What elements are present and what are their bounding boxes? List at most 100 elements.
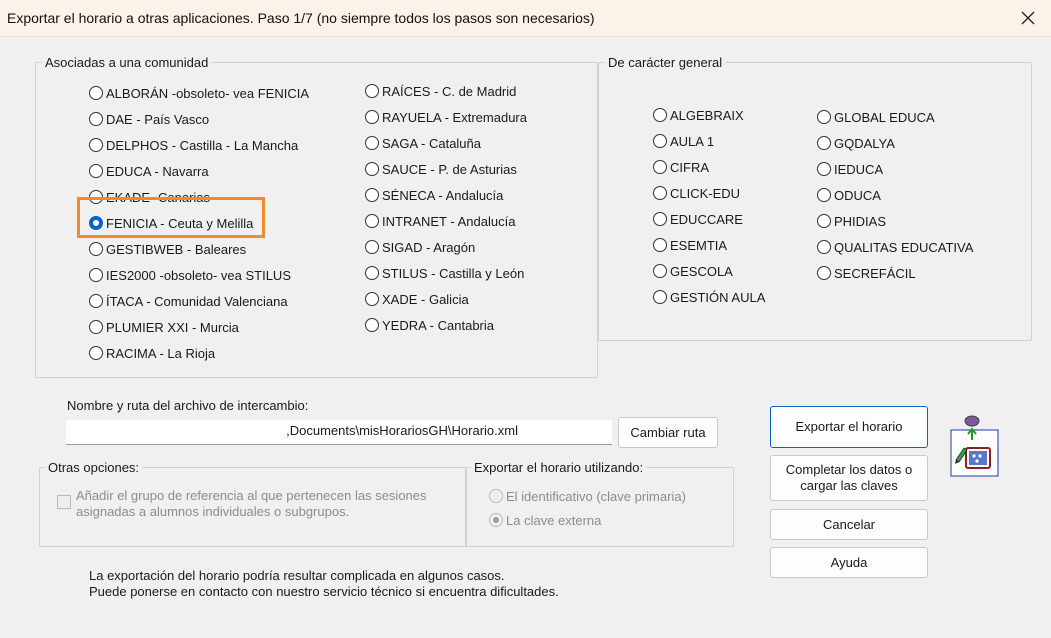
radio-community-b-8[interactable]: XADE - Galicia	[365, 290, 469, 308]
radio-community-a-0[interactable]: ALBORÁN -obsoleto- vea FENICIA	[89, 84, 309, 102]
close-icon	[1021, 11, 1035, 25]
other-options-label: Otras opciones:	[45, 460, 143, 475]
radio-label: ALBORÁN -obsoleto- vea FENICIA	[106, 85, 310, 101]
note-line-2: Puede ponerse en contacto con nuestro se…	[89, 584, 559, 599]
title-bar: Exportar el horario a otras aplicaciones…	[0, 0, 1051, 37]
radio-circle	[653, 108, 667, 122]
radio-general-a-7[interactable]: GESTIÓN AULA	[653, 288, 765, 306]
radio-general-b-1[interactable]: GQDALYA	[817, 134, 895, 152]
radio-general-a-6[interactable]: GESCOLA	[653, 262, 733, 280]
radio-general-a-1[interactable]: AULA 1	[653, 132, 714, 150]
radio-circle	[653, 186, 667, 200]
radio-primary-key[interactable]: El identificativo (clave primaria)	[489, 487, 686, 505]
radio-label: IEDUCA	[834, 161, 884, 177]
complete-data-button[interactable]: Completar los datos o cargar las claves	[770, 455, 928, 501]
radio-circle	[817, 136, 831, 150]
radio-label: EDUCA - Navarra	[106, 163, 209, 179]
radio-community-b-7[interactable]: STILUS - Castilla y León	[365, 264, 524, 282]
radio-community-b-5[interactable]: INTRANET - Andalucía	[365, 212, 515, 230]
radio-label: ÍTACA - Comunidad Valenciana	[106, 293, 288, 309]
radio-label: ALGEBRAIX	[670, 107, 744, 123]
radio-general-b-4[interactable]: PHIDIAS	[817, 212, 886, 230]
change-path-button[interactable]: Cambiar ruta	[618, 417, 718, 448]
complete-data-line-2: cargar las claves	[800, 478, 898, 493]
radio-circle	[817, 266, 831, 280]
close-button[interactable]	[1005, 0, 1051, 36]
radio-label: GLOBAL EDUCA	[834, 109, 935, 125]
radio-circle	[365, 162, 379, 176]
radio-general-a-5[interactable]: ESEMTIA	[653, 236, 727, 254]
radio-external-key[interactable]: La clave externa	[489, 511, 601, 529]
radio-community-a-1[interactable]: DAE - País Vasco	[89, 110, 209, 128]
checkbox-label-line-2: asignadas a alumnos individuales o subgr…	[76, 504, 350, 519]
radio-label: RAÍCES - C. de Madrid	[382, 83, 517, 99]
radio-label: SECREFÁCIL	[834, 265, 916, 281]
radio-circle	[89, 164, 103, 178]
radio-label: SAGA - Cataluña	[382, 135, 481, 151]
radio-general-b-3[interactable]: ODUCA	[817, 186, 881, 204]
radio-label: DELPHOS - Castilla - La Mancha	[106, 137, 299, 153]
radio-community-b-2[interactable]: SAGA - Cataluña	[365, 134, 481, 152]
radio-community-b-4[interactable]: SÉNECA - Andalucía	[365, 186, 503, 204]
radio-community-b-3[interactable]: SAUCE - P. de Asturias	[365, 160, 517, 178]
export-schedule-button[interactable]: Exportar el horario	[770, 406, 928, 448]
radio-circle	[89, 112, 103, 126]
radio-label: CLICK-EDU	[670, 185, 741, 201]
radio-circle	[365, 214, 379, 228]
radio-circle	[89, 268, 103, 282]
export-using-label: Exportar el horario utilizando:	[471, 460, 647, 475]
radio-general-a-3[interactable]: CLICK-EDU	[653, 184, 740, 202]
radio-circle	[365, 110, 379, 124]
radio-general-a-4[interactable]: EDUCCARE	[653, 210, 743, 228]
radio-community-a-8[interactable]: ÍTACA - Comunidad Valenciana	[89, 292, 288, 310]
radio-label: XADE - Galicia	[382, 291, 469, 307]
radio-label: YEDRA - Cantabria	[382, 317, 494, 333]
radio-circle	[89, 138, 103, 152]
radio-community-a-7[interactable]: IES2000 -obsoleto- vea STILUS	[89, 266, 291, 284]
radio-community-b-9[interactable]: YEDRA - Cantabria	[365, 316, 494, 334]
radio-circle	[817, 188, 831, 202]
radio-community-b-0[interactable]: RAÍCES - C. de Madrid	[365, 82, 516, 100]
radio-circle	[653, 238, 667, 252]
radio-label: AULA 1	[670, 133, 715, 149]
radio-label: IES2000 -obsoleto- vea STILUS	[106, 267, 291, 283]
radio-community-a-2[interactable]: DELPHOS - Castilla - La Mancha	[89, 136, 298, 154]
radio-community-a-9[interactable]: PLUMIER XXI - Murcia	[89, 318, 239, 336]
help-button[interactable]: Ayuda	[770, 547, 928, 578]
add-reference-group-label: Añadir el grupo de referencia al que per…	[76, 488, 427, 520]
general-group-label: De carácter general	[605, 55, 726, 70]
radio-general-b-6[interactable]: SECREFÁCIL	[817, 264, 916, 282]
radio-circle	[365, 188, 379, 202]
radio-circle	[89, 294, 103, 308]
radio-label: PLUMIER XXI - Murcia	[106, 319, 239, 335]
radio-circle	[817, 110, 831, 124]
radio-general-b-0[interactable]: GLOBAL EDUCA	[817, 108, 935, 126]
radio-label: INTRANET - Andalucía	[382, 213, 516, 229]
radio-label: EDUCCARE	[670, 211, 743, 227]
radio-circle	[89, 320, 103, 334]
radio-circle	[817, 162, 831, 176]
radio-circle	[653, 134, 667, 148]
exchange-file-label: Nombre y ruta del archivo de intercambio…	[67, 398, 309, 413]
radio-circle	[653, 290, 667, 304]
radio-general-a-2[interactable]: CIFRA	[653, 158, 709, 176]
radio-circle	[653, 212, 667, 226]
radio-general-b-5[interactable]: QUALITAS EDUCATIVA	[817, 238, 973, 256]
radio-community-a-6[interactable]: GESTIBWEB - Baleares	[89, 240, 246, 258]
radio-general-b-2[interactable]: IEDUCA	[817, 160, 883, 178]
export-using-group: Exportar el horario utilizando:	[465, 460, 734, 547]
radio-label: SIGAD - Aragón	[382, 239, 476, 255]
radio-community-a-3[interactable]: EDUCA - Navarra	[89, 162, 209, 180]
radio-label: QUALITAS EDUCATIVA	[834, 239, 974, 255]
radio-label: ESEMTIA	[670, 237, 728, 253]
radio-community-b-6[interactable]: SIGAD - Aragón	[365, 238, 475, 256]
selection-highlight	[77, 197, 265, 238]
radio-community-b-1[interactable]: RAYUELA - Extremadura	[365, 108, 527, 126]
radio-circle	[89, 86, 103, 100]
add-reference-group-checkbox[interactable]	[57, 495, 71, 509]
radio-circle	[653, 264, 667, 278]
radio-general-a-0[interactable]: ALGEBRAIX	[653, 106, 744, 124]
cancel-button[interactable]: Cancelar	[770, 509, 928, 540]
exchange-file-path-field[interactable]: ,Documents\misHorariosGH\Horario.xml	[66, 420, 612, 445]
radio-community-a-10[interactable]: RACIMA - La Rioja	[89, 344, 215, 362]
